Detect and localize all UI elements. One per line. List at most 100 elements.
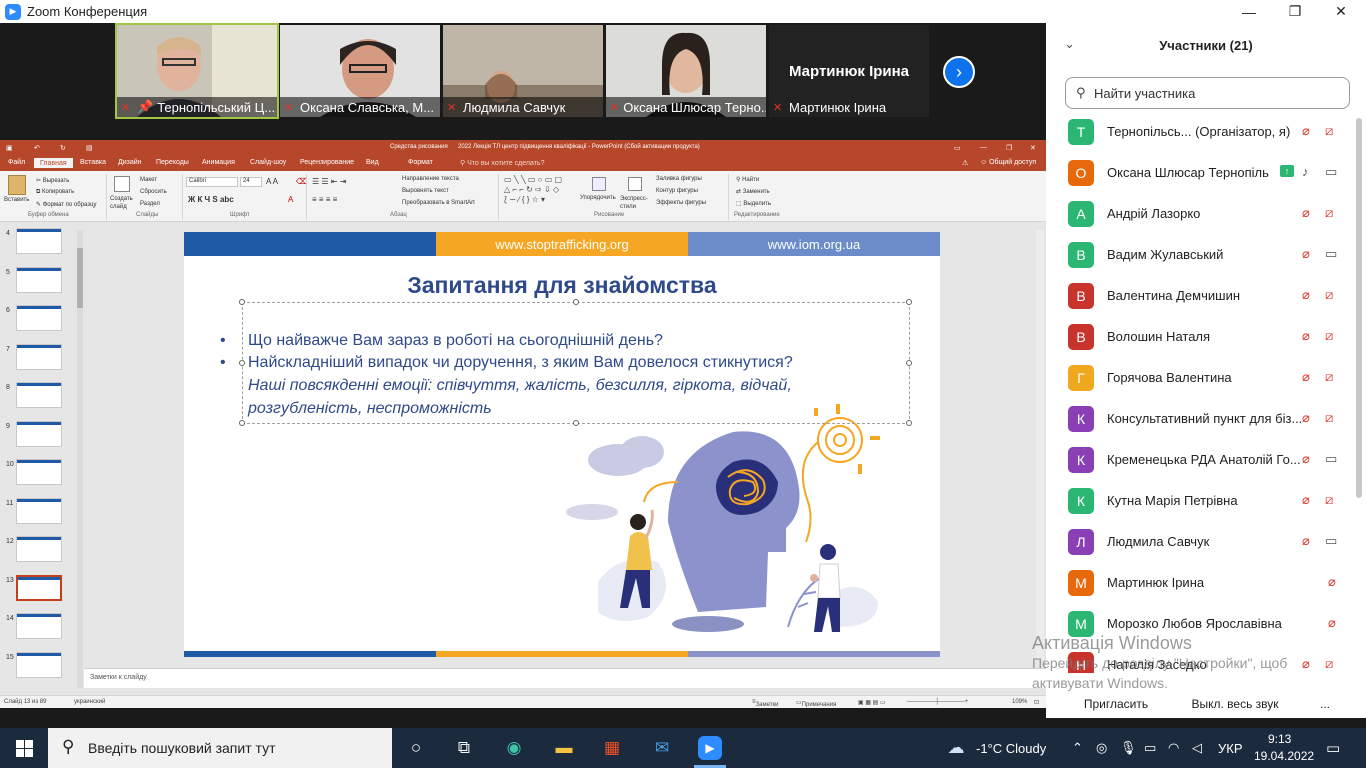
find-button[interactable]: ⚲ Найти — [736, 176, 759, 183]
font-style-buttons[interactable]: Ж К Ч S abc — [188, 195, 234, 204]
slide-thumbnail[interactable] — [16, 343, 62, 370]
align-buttons[interactable]: ≡ ≡ ≡ ≡ — [312, 195, 337, 204]
smartart-button[interactable]: Преобразовать в SmartArt — [402, 200, 475, 206]
clock-date[interactable]: 19.04.2022 — [1254, 749, 1314, 763]
file-explorer-icon[interactable]: ▬ — [552, 736, 576, 760]
zoom-percent[interactable]: 109% — [1012, 699, 1027, 705]
paste-button[interactable]: Вставить — [4, 197, 29, 203]
tab-file[interactable]: Файл — [8, 159, 25, 166]
camera-off-icon[interactable]: ⧄ — [1325, 328, 1333, 344]
notes-pane[interactable]: Заметки к слайду — [84, 668, 1046, 688]
shape-outline-button[interactable]: Контур фигуры — [656, 188, 698, 194]
select-button[interactable]: ⬚ Выделить — [736, 200, 771, 207]
copy-button[interactable]: ⧉ Копировать — [36, 189, 74, 196]
quick-styles-button[interactable]: Экспресс-стили — [620, 195, 654, 211]
list-buttons[interactable]: ☰ ☰ ⇤ ⇥ — [312, 177, 346, 186]
slide-thumbnail[interactable] — [16, 613, 62, 639]
mic-muted-icon[interactable]: ⌀ — [1328, 615, 1336, 631]
section-button[interactable]: Раздел — [140, 201, 160, 207]
camera-on-icon[interactable]: ▭ — [1325, 246, 1337, 262]
participant-search-input[interactable]: ⚲ Найти участника — [1065, 77, 1350, 109]
video-tile[interactable]: ✕ Людмила Савчук — [443, 25, 603, 117]
participant-row[interactable]: М Мартинюк Ірина ⌀ — [1046, 562, 1356, 603]
quick-access-icon[interactable]: ▤ — [86, 144, 93, 152]
participant-row[interactable]: Л Людмила Савчук ⌀ ▭ — [1046, 521, 1356, 562]
redo-icon[interactable]: ↻ — [60, 144, 66, 152]
format-painter-button[interactable]: ✎ Формат по образцу — [36, 201, 97, 208]
zoom-taskbar-icon[interactable]: ▶ — [698, 736, 722, 760]
tab-design[interactable]: Дизайн — [118, 159, 142, 166]
clock-time[interactable]: 9:13 — [1268, 732, 1291, 746]
taskbar-search-input[interactable]: ⚲ Введіть пошуковий запит тут — [48, 728, 392, 768]
camera-on-icon[interactable]: ▭ — [1325, 164, 1337, 180]
camera-off-icon[interactable]: ⧄ — [1325, 410, 1333, 426]
paste-icon[interactable] — [8, 175, 26, 195]
notifications-icon[interactable]: ▭ — [1326, 739, 1340, 757]
ppt-minimize-button[interactable]: — — [980, 144, 987, 151]
slide-canvas[interactable]: www.stoptrafficking.org www.iom.org.ua З… — [184, 232, 940, 657]
shapes-gallery[interactable]: ▭ ╲ ╲ ▭ ○ ▭ ▢ △ ⌐ ⌐ ↻ ⇨ ⇩ ◇ ⟅ ∼ ∕ { } ☆ ▾ — [504, 175, 576, 209]
slide-thumbnail[interactable] — [16, 574, 62, 601]
mic-on-icon[interactable]: ♪ — [1302, 164, 1309, 179]
thumbs-scroll-thumb[interactable] — [77, 248, 83, 308]
save-icon[interactable]: ▣ — [6, 144, 13, 152]
reset-button[interactable]: Сбросить — [140, 189, 167, 195]
mic-muted-icon[interactable]: ⌀ — [1302, 287, 1310, 303]
slide-thumbnail[interactable] — [16, 536, 62, 562]
tab-slideshow[interactable]: Слайд-шоу — [250, 159, 286, 166]
video-tile[interactable]: Мартинюк Ірина ✕ Мартинюк Ірина — [769, 25, 929, 117]
participant-list-scrollbar[interactable] — [1356, 118, 1362, 498]
camera-on-icon[interactable]: ▭ — [1325, 451, 1337, 467]
text-selection-frame[interactable] — [239, 299, 912, 426]
camera-on-icon[interactable]: ▭ — [1325, 533, 1337, 549]
resize-handle[interactable] — [573, 420, 579, 426]
minimize-button[interactable]: — — [1226, 0, 1272, 23]
mic-muted-icon[interactable]: ⌀ — [1302, 533, 1310, 549]
mic-muted-icon[interactable]: ⌀ — [1302, 369, 1310, 385]
edge-icon[interactable]: ◉ — [502, 736, 526, 760]
slide-title[interactable]: Запитання для знайомства — [184, 272, 940, 299]
next-page-arrow-icon[interactable]: › — [943, 56, 975, 88]
weather-cloud-icon[interactable]: ☁ — [944, 736, 968, 760]
participant-row[interactable]: Т Тернопільсь... (Організатор, я) ⌀ ⧄ — [1046, 111, 1356, 152]
resize-handle[interactable] — [906, 299, 912, 305]
mic-muted-icon[interactable]: ⌀ — [1328, 574, 1336, 590]
language-indicator[interactable]: украинский — [74, 699, 105, 705]
font-size-select[interactable]: 24 — [240, 177, 262, 187]
participant-row[interactable]: А Андрій Лазорко ⌀ ⧄ — [1046, 193, 1356, 234]
resize-handle[interactable] — [239, 299, 245, 305]
camera-tray-icon[interactable]: ◎ — [1096, 740, 1107, 756]
ribbon-display-icon[interactable]: ▭ — [954, 144, 961, 152]
mail-icon[interactable]: ✉ — [650, 736, 674, 760]
resize-handle[interactable] — [239, 360, 245, 366]
camera-off-icon[interactable]: ⧄ — [1325, 123, 1333, 139]
layout-button[interactable]: Макет — [140, 177, 157, 183]
video-tile[interactable]: ✕ Оксана Шлюсар Терно... — [606, 25, 766, 117]
mic-muted-icon[interactable]: ⌀ — [1302, 123, 1310, 139]
close-button[interactable]: ✕ — [1318, 0, 1364, 23]
slide-thumbnail[interactable] — [16, 420, 62, 447]
shape-effects-button[interactable]: Эффекты фигуры — [656, 200, 706, 206]
fit-slide-icon[interactable]: ⊡ — [1034, 699, 1039, 706]
slide-thumbnail[interactable] — [16, 228, 62, 254]
invite-button[interactable]: Пригласить — [1066, 693, 1166, 715]
view-buttons[interactable]: ▣ ▦ ▤ ▭ — [858, 699, 886, 706]
new-slide-button[interactable]: Создать слайд — [110, 195, 138, 211]
tab-animation[interactable]: Анимация — [202, 159, 235, 166]
font-name-select[interactable]: Calibri — [186, 177, 238, 187]
tab-transitions[interactable]: Переходы — [156, 159, 189, 166]
participant-row[interactable]: В Вадим Жулавський ⌀ ▭ — [1046, 234, 1356, 275]
share-button[interactable]: ☺ Общий доступ — [980, 159, 1036, 166]
mic-muted-icon[interactable]: ⌀ — [1302, 410, 1310, 426]
tab-format[interactable]: Формат — [408, 159, 433, 166]
slide-scrollbar[interactable] — [1036, 230, 1044, 660]
notes-toggle[interactable]: ≡ Заметки — [752, 699, 778, 708]
camera-off-icon[interactable]: ⧄ — [1325, 369, 1333, 385]
zoom-slider[interactable]: −──────┼──────+ — [906, 699, 968, 705]
text-direction-button[interactable]: Направление текста — [402, 176, 459, 182]
cut-button[interactable]: ✂ Вырезать — [36, 177, 69, 184]
participant-row[interactable]: О Оксана Шлюсар Тернопіль ↑ ♪ ▭ — [1046, 152, 1356, 193]
slide-thumbnail[interactable] — [16, 266, 62, 293]
windows-start-icon[interactable] — [12, 736, 36, 760]
camera-off-icon[interactable]: ⧄ — [1325, 205, 1333, 221]
